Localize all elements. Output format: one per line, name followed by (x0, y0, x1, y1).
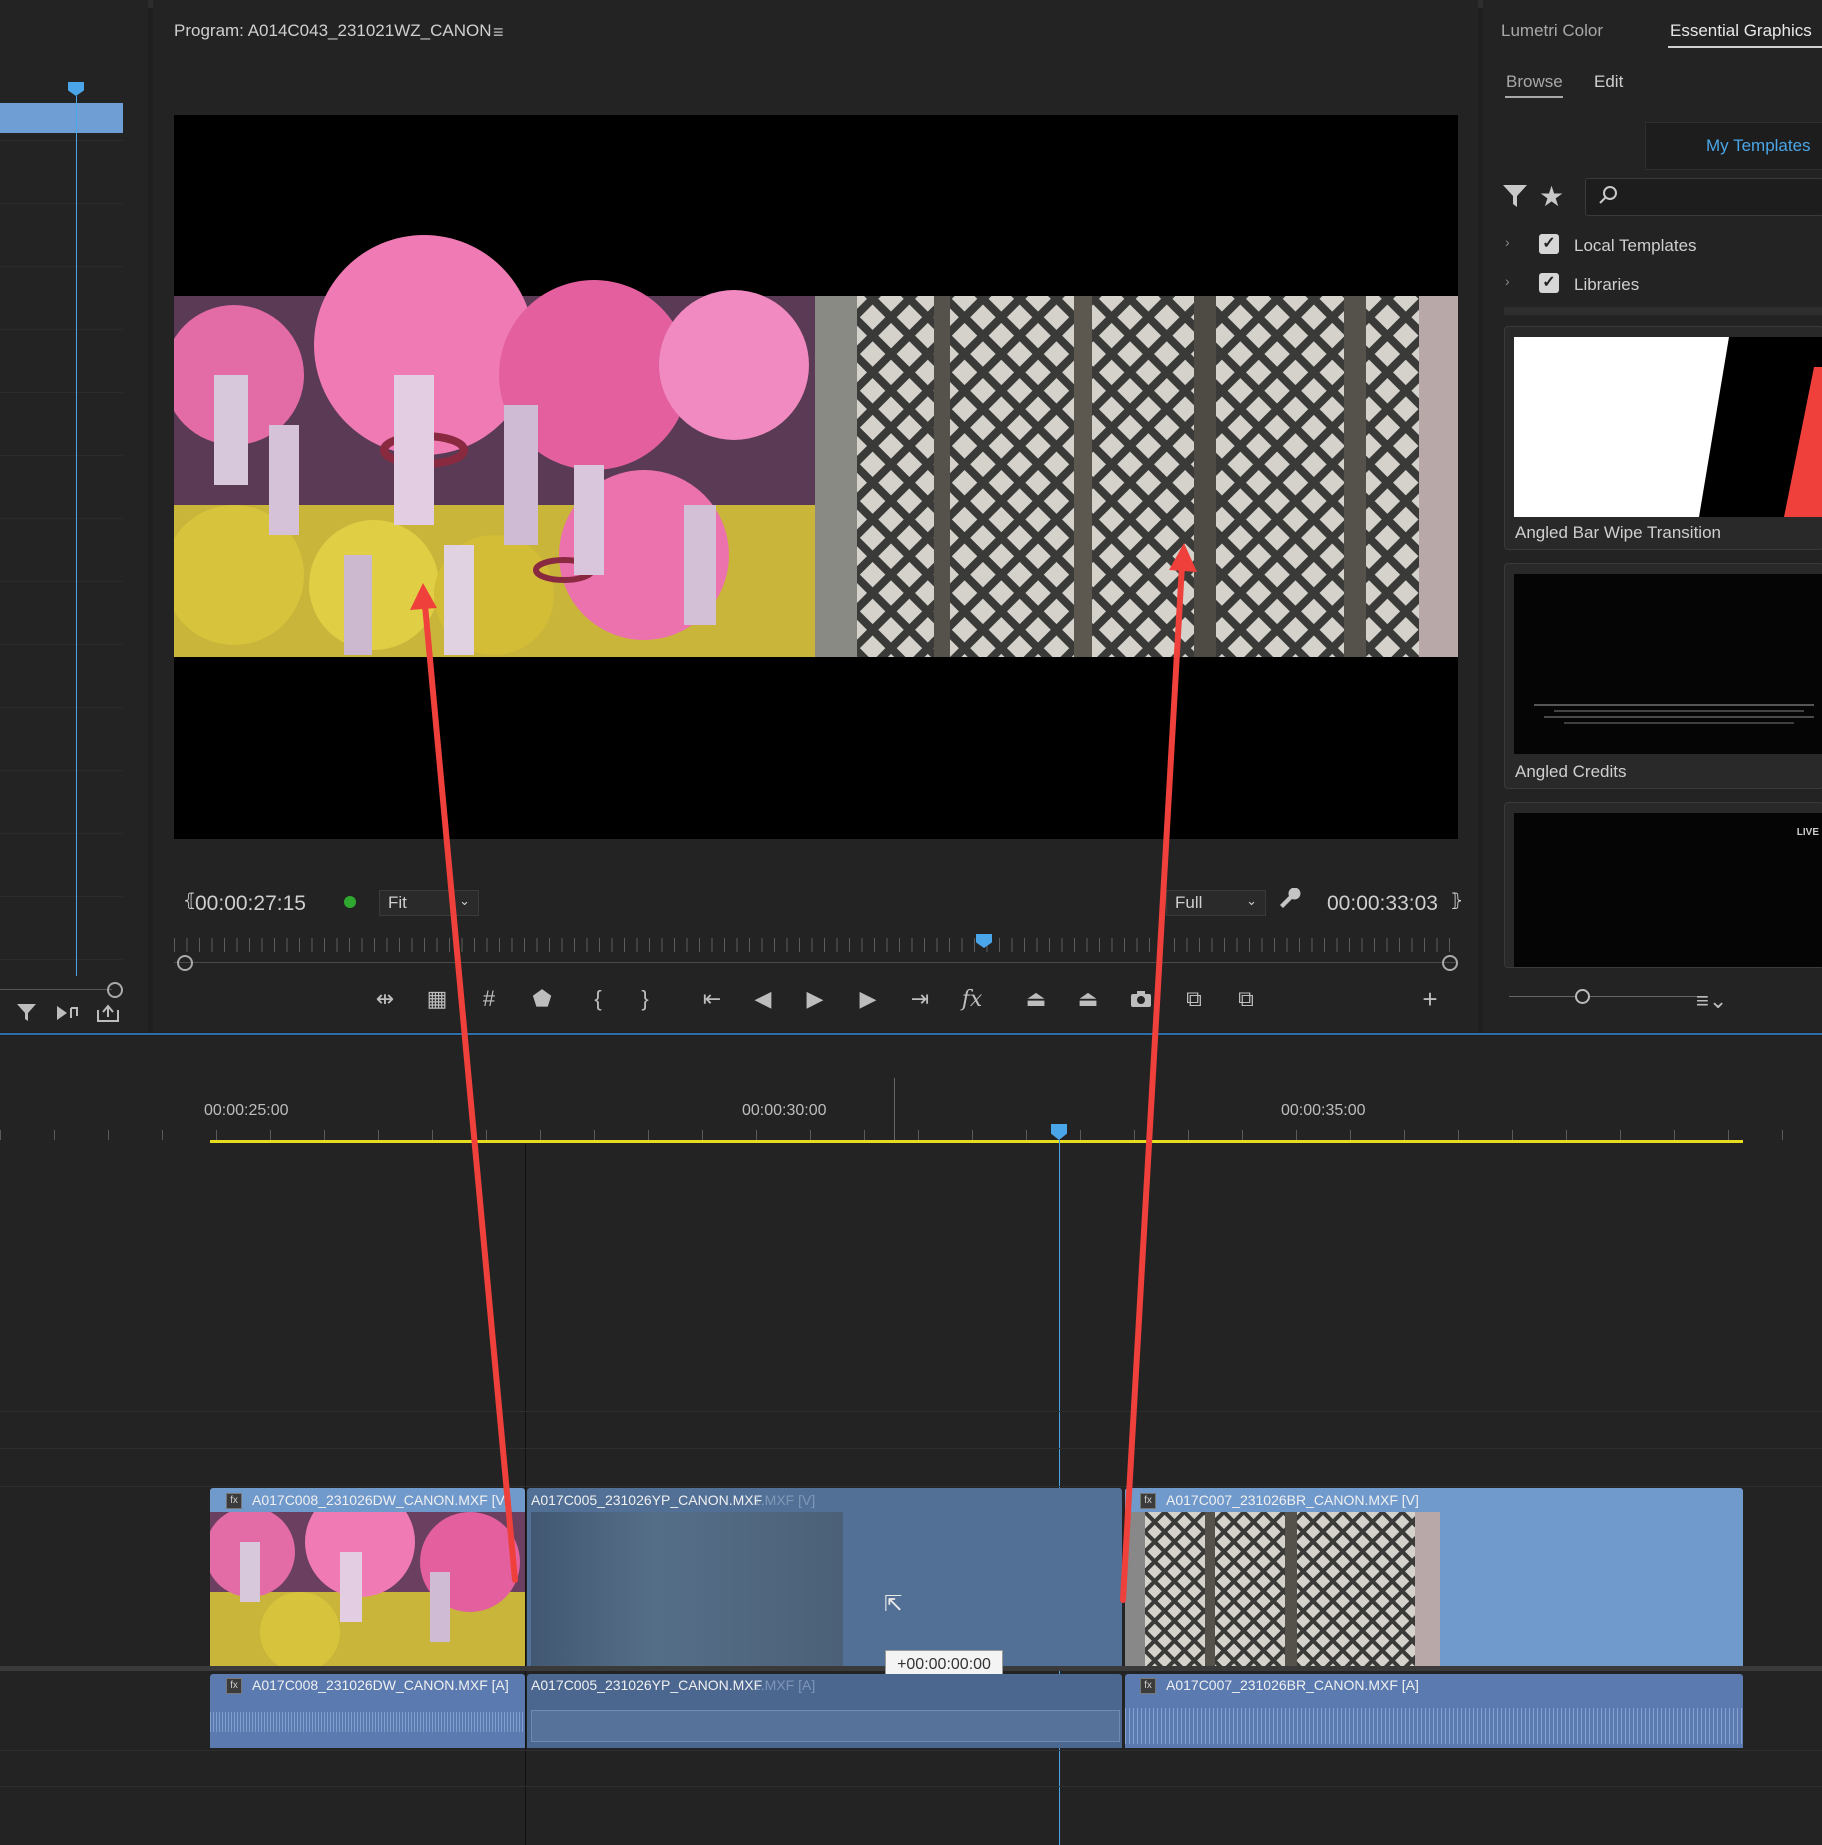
annotation-arrows (410, 543, 1197, 1603)
annotation-arrow (1120, 562, 1185, 1603)
arrow-head (410, 583, 437, 610)
arrow-head (1169, 543, 1197, 572)
annotation-arrow (422, 602, 518, 1583)
